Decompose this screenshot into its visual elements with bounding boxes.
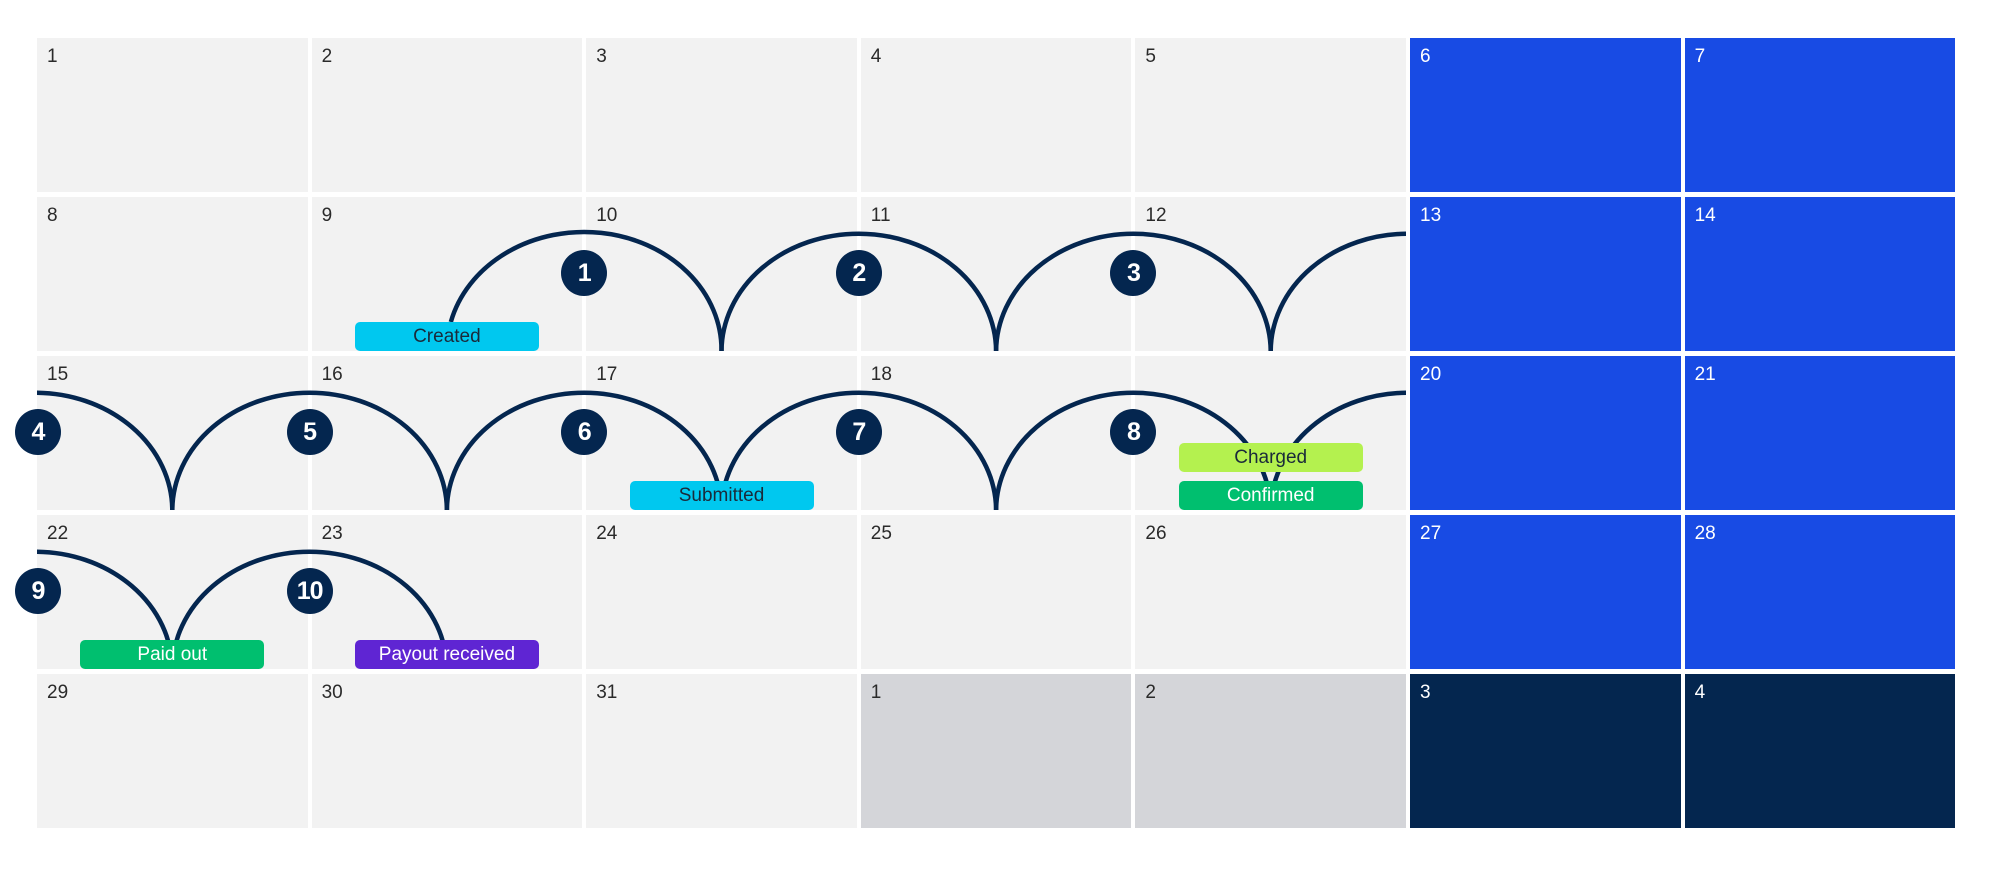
day-cell-5[interactable]: 5 [1135,38,1406,192]
day-cell-12[interactable]: 12 [1135,197,1406,351]
day-number: 3 [1420,682,1431,703]
badge-submitted: Submitted [629,481,814,510]
day-number: 11 [870,205,891,226]
day-cell-2[interactable]: 2 [311,38,583,192]
day-number: 4 [870,46,882,67]
step-marker-9: 9 [15,568,61,614]
day-number: 29 [47,682,69,703]
day-number: 18 [870,364,892,385]
day-cell-10[interactable]: 10 [586,197,857,351]
day-cell-29[interactable]: 29 [37,674,308,828]
day-cell-16[interactable]: 16 [311,356,583,510]
day-number: 2 [1145,682,1156,703]
day-cell-24[interactable]: 24 [586,515,857,669]
step-marker-2: 2 [835,250,882,296]
day-number: 10 [596,205,618,226]
badge-charged: Charged [1178,443,1363,472]
step-marker-6: 6 [561,409,608,455]
step-marker-10: 10 [286,568,333,614]
day-cell-3[interactable]: 3 [586,38,857,192]
step-marker-1: 1 [561,250,608,296]
day-number: 15 [47,364,69,385]
day-cell-1[interactable]: 1 [37,38,308,192]
day-number: 17 [596,364,618,385]
day-number: 16 [321,364,343,385]
badge-paid-out: Paid out [80,640,265,669]
day-number: 1 [47,46,58,67]
day-number: 27 [1420,523,1442,544]
day-cell-next-4[interactable]: 4 [1684,674,1956,828]
day-number: 25 [870,523,892,544]
day-cell-11[interactable]: 11 [860,197,1132,351]
day-number: 26 [1145,523,1167,544]
day-cell-8[interactable]: 8 [37,197,308,351]
step-marker-4: 4 [15,409,61,455]
day-number: 23 [321,523,343,544]
day-cell-31[interactable]: 31 [586,674,857,828]
day-cell-7[interactable]: 7 [1684,38,1956,192]
day-cell-15[interactable]: 15 [37,356,308,510]
day-number: 8 [47,205,58,226]
day-number: 14 [1694,205,1716,226]
day-cell-6[interactable]: 6 [1410,38,1681,192]
day-cell-21[interactable]: 21 [1684,356,1956,510]
day-cell-next-3[interactable]: 3 [1410,674,1681,828]
badge-payout-received: Payout received [354,640,539,669]
day-number: 5 [1145,46,1156,67]
day-cell-25[interactable]: 25 [860,515,1132,669]
day-number: 6 [1420,46,1431,67]
day-number: 9 [321,205,333,226]
day-number: 28 [1694,523,1716,544]
day-number: 7 [1694,46,1706,67]
day-number: 3 [596,46,607,67]
day-cell-18[interactable]: 18 [860,356,1132,510]
day-number: 4 [1694,682,1706,703]
day-cell-28[interactable]: 28 [1684,515,1956,669]
day-cell-14[interactable]: 14 [1684,197,1956,351]
day-cell-26[interactable]: 26 [1135,515,1406,669]
day-cell-30[interactable]: 30 [311,674,583,828]
badge-confirmed: Confirmed [1178,481,1363,510]
day-number: 24 [596,523,618,544]
step-marker-7: 7 [835,409,882,455]
day-number: 30 [321,682,343,703]
day-cell-next-1[interactable]: 1 [860,674,1132,828]
day-number: 12 [1145,205,1167,226]
day-number: 22 [47,523,69,544]
payout-timeline-calendar: 1 2 3 4 5 6 7 8 9 10 11 12 13 14 15 16 17 18 20 21 22 23 24 25 2… [0,0,1995,871]
day-cell-20[interactable]: 20 [1410,356,1681,510]
day-number: 20 [1420,364,1442,385]
day-cell-next-2[interactable]: 2 [1135,674,1406,828]
step-marker-5: 5 [286,409,333,455]
day-cell-13[interactable]: 13 [1410,197,1681,351]
day-number: 13 [1420,205,1442,226]
day-number: 21 [1694,364,1716,385]
day-cell-4[interactable]: 4 [860,38,1132,192]
day-number: 31 [596,682,618,703]
day-number: 1 [870,682,882,703]
day-cell-27[interactable]: 27 [1410,515,1681,669]
day-number: 2 [321,46,333,67]
badge-created: Created [354,322,539,351]
